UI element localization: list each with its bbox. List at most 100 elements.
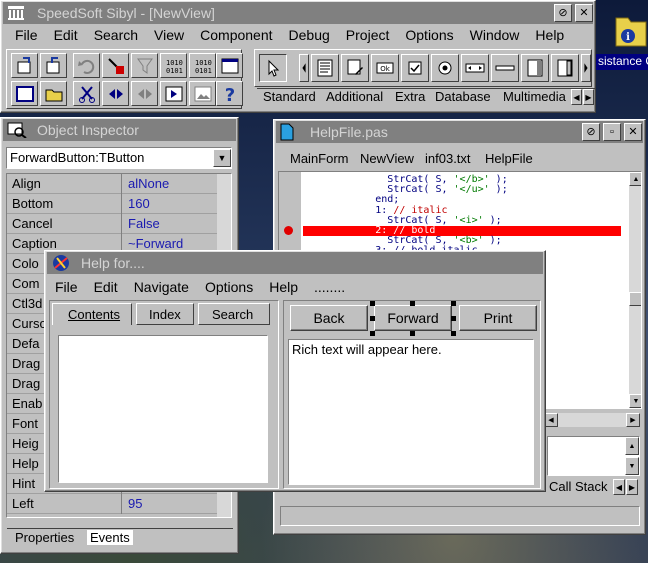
menu-help[interactable]: Help — [527, 27, 572, 43]
component-selector[interactable]: ForwardButton:TButton ▼ — [6, 147, 232, 169]
tab-call-stack[interactable]: Call Stack — [549, 479, 608, 494]
menu-debug[interactable]: Debug — [281, 27, 338, 43]
clear-button[interactable] — [102, 53, 129, 78]
palette-scroll-left-button[interactable] — [299, 54, 309, 82]
hscroll-left-button[interactable]: ◀ — [544, 413, 558, 427]
component-scrollbar-button[interactable] — [461, 54, 489, 82]
tab-properties[interactable]: Properties — [15, 530, 74, 545]
msg-scroll-up-button[interactable]: ▲ — [625, 437, 639, 455]
menu-view[interactable]: View — [146, 27, 192, 43]
scroll-thumb[interactable] — [629, 292, 641, 306]
editor-hscrollbar[interactable]: ◀ ▶ — [544, 413, 640, 427]
selection-handle[interactable] — [370, 316, 375, 321]
tab-scroll-right-button[interactable]: ▶ — [583, 89, 594, 105]
palette-scroll-right-button[interactable] — [581, 54, 591, 82]
cut-button[interactable] — [73, 81, 100, 106]
forward-button[interactable]: Forward — [374, 305, 452, 331]
palette-tab-database[interactable]: Database — [435, 89, 491, 104]
component-panel-button[interactable] — [521, 54, 549, 82]
back-button[interactable]: Back — [290, 305, 368, 331]
component-ok-button[interactable]: Ok — [371, 54, 399, 82]
selection-handle[interactable] — [410, 331, 415, 336]
save-project-button[interactable] — [40, 53, 67, 78]
ide-resize-button[interactable]: ⊘ — [554, 4, 572, 22]
undo-button[interactable] — [73, 53, 100, 78]
help-menu-navigate[interactable]: Navigate — [126, 279, 197, 295]
filter-button[interactable] — [131, 53, 158, 78]
component-checkbox-button[interactable] — [401, 54, 429, 82]
tab-index[interactable]: Index — [136, 303, 194, 325]
msg-scroll-down-button[interactable]: ▼ — [625, 457, 639, 475]
property-row[interactable]: Cancel False — [7, 214, 225, 234]
help-button[interactable]: ? — [216, 81, 243, 106]
binary-1-button[interactable]: 1010 0101 — [160, 53, 187, 78]
trace-button[interactable] — [131, 81, 158, 106]
hscroll-right-button[interactable]: ▶ — [626, 413, 640, 427]
menu-file[interactable]: File — [3, 27, 46, 43]
menu-edit[interactable]: Edit — [46, 27, 86, 43]
editor-restore-button[interactable]: ▫ — [603, 123, 621, 141]
palette-tab-extra[interactable]: Extra — [395, 89, 425, 104]
menu-project[interactable]: Project — [338, 27, 398, 43]
contents-tree[interactable] — [58, 335, 268, 483]
bottom-tab-right-button[interactable]: ▶ — [626, 479, 638, 495]
bottom-tab-left-button[interactable]: ◀ — [613, 479, 625, 495]
chevron-down-icon[interactable]: ▼ — [213, 149, 231, 167]
component-memo-button[interactable] — [311, 54, 339, 82]
property-value[interactable]: 95 — [128, 496, 142, 511]
selection-handle[interactable] — [370, 331, 375, 336]
help-menu-more[interactable]: ........ — [306, 279, 353, 295]
help-menu-file[interactable]: File — [47, 279, 86, 295]
window-button[interactable] — [216, 53, 243, 78]
open-project-button[interactable] — [11, 53, 38, 78]
open-folder-button[interactable] — [40, 81, 67, 106]
property-row[interactable]: Left 95 — [7, 494, 225, 514]
help-menu-edit[interactable]: Edit — [86, 279, 126, 295]
tab-events[interactable]: Events — [87, 530, 133, 545]
tab-contents[interactable]: Contents — [52, 303, 132, 325]
tab-search[interactable]: Search — [198, 303, 270, 325]
rich-text-view[interactable]: Rich text will appear here. — [288, 339, 534, 485]
property-value[interactable]: alNone — [128, 176, 169, 191]
palette-tab-multimedia[interactable]: Multimedia — [503, 89, 566, 104]
menu-search[interactable]: Search — [86, 27, 146, 43]
file-tab-mainform[interactable]: MainForm — [290, 151, 349, 166]
property-value[interactable]: ~Forward — [128, 236, 183, 251]
selection-handle[interactable] — [451, 316, 456, 321]
palette-tab-additional[interactable]: Additional — [326, 89, 383, 104]
property-row[interactable]: Bottom 160 — [7, 194, 225, 214]
ide-close-button[interactable]: ✕ — [575, 4, 593, 22]
file-tab-helpfile[interactable]: HelpFile — [485, 151, 533, 166]
help-menu-options[interactable]: Options — [197, 279, 261, 295]
palette-tab-standard[interactable]: Standard — [263, 89, 316, 104]
menu-options[interactable]: Options — [397, 27, 461, 43]
help-menu-help[interactable]: Help — [261, 279, 306, 295]
property-row[interactable]: Align alNone — [7, 174, 225, 194]
editor-close-button[interactable]: ✕ — [624, 123, 642, 141]
run-button[interactable] — [160, 81, 187, 106]
tab-scroll-left-button[interactable]: ◀ — [571, 89, 582, 105]
new-form-button[interactable] — [11, 81, 38, 106]
selection-handle[interactable] — [451, 301, 456, 306]
selection-handle[interactable] — [451, 331, 456, 336]
property-value[interactable]: False — [128, 216, 160, 231]
menu-component[interactable]: Component — [192, 27, 280, 43]
image-button[interactable] — [189, 81, 216, 106]
editor-minimize-button[interactable]: ⊘ — [582, 123, 600, 141]
selection-handle[interactable] — [410, 301, 415, 306]
selection-handle[interactable] — [370, 301, 375, 306]
file-tab-inf03[interactable]: inf03.txt — [425, 151, 471, 166]
scroll-down-button[interactable]: ▼ — [629, 394, 641, 408]
print-button[interactable]: Print — [459, 305, 537, 331]
property-value[interactable]: 160 — [128, 196, 150, 211]
menu-window[interactable]: Window — [462, 27, 528, 43]
component-listbox-button[interactable] — [551, 54, 579, 82]
pointer-tool-button[interactable] — [259, 54, 287, 82]
component-edit-button[interactable] — [341, 54, 369, 82]
step-button[interactable] — [102, 81, 129, 106]
breakpoint-icon[interactable] — [284, 226, 293, 235]
scroll-up-button[interactable]: ▲ — [629, 172, 641, 186]
binary-2-button[interactable]: 1010 0101 — [189, 53, 216, 78]
editor-scrollbar[interactable]: ▲ ▼ — [629, 172, 641, 408]
file-tab-newview[interactable]: NewView — [360, 151, 414, 166]
